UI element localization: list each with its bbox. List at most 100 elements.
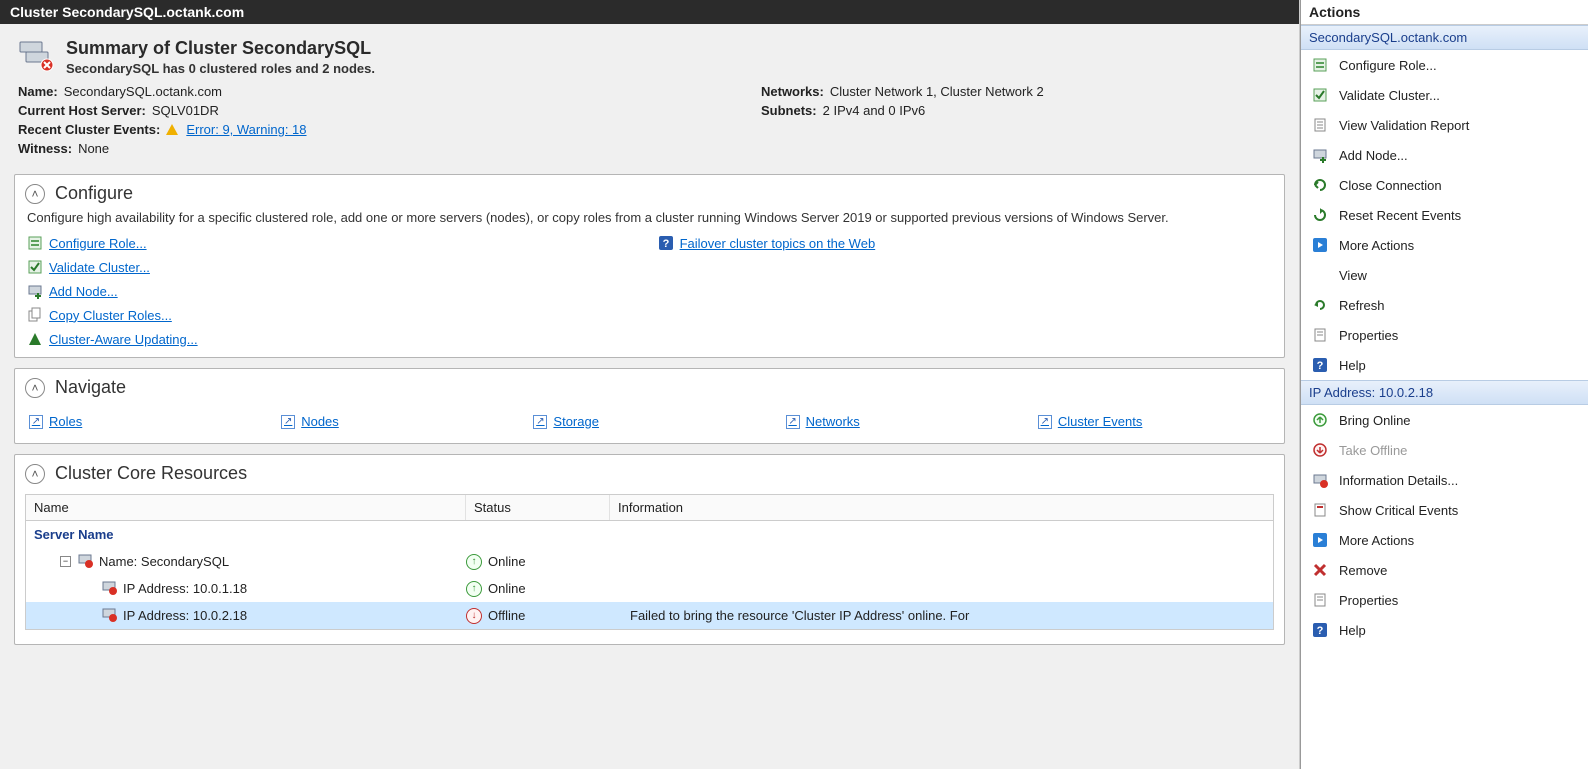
resources-panel: ˄ Cluster Core Resources Name Status Inf… xyxy=(14,454,1285,645)
action-item[interactable]: View xyxy=(1301,260,1588,290)
resources-title: Cluster Core Resources xyxy=(55,463,247,484)
nav-link[interactable]: ↗Nodes xyxy=(281,414,513,429)
configure-link[interactable]: Configure Role... xyxy=(27,235,198,251)
nav-link[interactable]: ↗Roles xyxy=(29,414,261,429)
close-icon xyxy=(1311,176,1329,194)
name-value: SecondarySQL.octank.com xyxy=(64,84,222,99)
action-label: Bring Online xyxy=(1339,413,1411,428)
action-label: Add Node... xyxy=(1339,148,1408,163)
action-label: Properties xyxy=(1339,593,1398,608)
configure-link[interactable]: Copy Cluster Roles... xyxy=(27,307,198,323)
action-label: More Actions xyxy=(1339,533,1414,548)
configure-link[interactable]: Validate Cluster... xyxy=(27,259,198,275)
reset-icon xyxy=(1311,206,1329,224)
resources-group-label: Server Name xyxy=(26,521,1273,548)
action-item[interactable]: Reset Recent Events xyxy=(1301,200,1588,230)
action-label: Remove xyxy=(1339,563,1387,578)
resource-row[interactable]: IP Address: 10.0.2.18↓OfflineFailed to b… xyxy=(26,602,1273,629)
status-text: Offline xyxy=(488,608,525,623)
action-item[interactable]: Information Details... xyxy=(1301,465,1588,495)
navigate-title: Navigate xyxy=(55,377,126,398)
action-item[interactable]: View Validation Report xyxy=(1301,110,1588,140)
nav-link[interactable]: ↗Cluster Events xyxy=(1038,414,1270,429)
events-label: Recent Cluster Events: xyxy=(18,122,160,137)
resource-name: IP Address: 10.0.1.18 xyxy=(123,581,247,596)
networks-value: Cluster Network 1, Cluster Network 2 xyxy=(830,84,1044,99)
action-item[interactable]: More Actions xyxy=(1301,230,1588,260)
action-item[interactable]: Close Connection xyxy=(1301,170,1588,200)
action-item[interactable]: More Actions xyxy=(1301,525,1588,555)
col-info[interactable]: Information xyxy=(610,495,1273,520)
action-item[interactable]: Properties xyxy=(1301,320,1588,350)
action-label: Configure Role... xyxy=(1339,58,1437,73)
nav-arrow-icon: ↗ xyxy=(1038,415,1052,429)
action-item[interactable]: ?Help xyxy=(1301,615,1588,645)
actions-panel: Actions SecondarySQL.octank.com Configur… xyxy=(1300,0,1588,769)
action-item[interactable]: Add Node... xyxy=(1301,140,1588,170)
action-item[interactable]: Properties xyxy=(1301,585,1588,615)
resource-row[interactable]: − Name: SecondarySQL ↑ Online xyxy=(26,548,1273,575)
nav-link[interactable]: ↗Networks xyxy=(786,414,1018,429)
col-name[interactable]: Name xyxy=(26,495,466,520)
action-label: Show Critical Events xyxy=(1339,503,1458,518)
subnets-value: 2 IPv4 and 0 IPv6 xyxy=(823,103,926,118)
report-icon xyxy=(1311,116,1329,134)
status-text: Online xyxy=(488,554,526,569)
action-label: Refresh xyxy=(1339,298,1385,313)
action-label: Help xyxy=(1339,358,1366,373)
status-icon: ↑ xyxy=(466,554,482,570)
warning-icon xyxy=(166,124,178,135)
remove-icon xyxy=(1311,561,1329,579)
info-icon xyxy=(1311,471,1329,489)
action-item[interactable]: Validate Cluster... xyxy=(1301,80,1588,110)
help-icon: ? xyxy=(1311,621,1329,639)
action-item: Take Offline xyxy=(1301,435,1588,465)
svg-text:?: ? xyxy=(1317,360,1324,372)
subnets-label: Subnets: xyxy=(761,103,817,118)
actions-group1-title: SecondarySQL.octank.com xyxy=(1301,25,1588,50)
configure-link[interactable]: ?Failover cluster topics on the Web xyxy=(658,235,876,251)
svg-text:?: ? xyxy=(662,238,669,250)
action-item[interactable]: Refresh xyxy=(1301,290,1588,320)
refresh-icon xyxy=(1311,296,1329,314)
events-link[interactable]: Error: 9, Warning: 18 xyxy=(186,122,306,137)
resources-collapse-button[interactable]: ˄ xyxy=(25,464,45,484)
configure-link[interactable]: Add Node... xyxy=(27,283,198,299)
svg-text:?: ? xyxy=(1317,625,1324,637)
link-label: Cluster-Aware Updating... xyxy=(49,332,198,347)
host-label: Current Host Server: xyxy=(18,103,146,118)
action-item[interactable]: Configure Role... xyxy=(1301,50,1588,80)
action-label: Information Details... xyxy=(1339,473,1458,488)
action-item[interactable]: Remove xyxy=(1301,555,1588,585)
info-grid: Name: SecondarySQL.octank.com Current Ho… xyxy=(14,78,1285,164)
action-item[interactable]: Bring Online xyxy=(1301,405,1588,435)
resource-icon xyxy=(77,552,93,571)
blank-icon xyxy=(1311,266,1329,284)
expand-toggle[interactable]: − xyxy=(60,556,71,567)
nav-link[interactable]: ↗Storage xyxy=(533,414,765,429)
resource-name: Name: SecondarySQL xyxy=(99,554,229,569)
configure-links-left: Configure Role... Validate Cluster... Add … xyxy=(27,235,198,347)
status-icon: ↑ xyxy=(466,581,482,597)
link-icon xyxy=(27,259,43,275)
configure-panel: ˄ Configure Configure high availability … xyxy=(14,174,1285,358)
col-status[interactable]: Status xyxy=(466,495,610,520)
summary-text: Summary of Cluster SecondarySQL Secondar… xyxy=(66,38,375,76)
action-item[interactable]: ? Help xyxy=(1301,350,1588,380)
action-label: Close Connection xyxy=(1339,178,1442,193)
configure-title: Configure xyxy=(55,183,133,204)
networks-label: Networks: xyxy=(761,84,824,99)
summary-heading: Summary of Cluster SecondarySQL xyxy=(66,38,375,59)
configure-collapse-button[interactable]: ˄ xyxy=(25,184,45,204)
host-value: SQLV01DR xyxy=(152,103,219,118)
configure-link[interactable]: Cluster-Aware Updating... xyxy=(27,331,198,347)
link-label: Add Node... xyxy=(49,284,118,299)
action-label: Properties xyxy=(1339,328,1398,343)
more-icon xyxy=(1311,236,1329,254)
navigate-collapse-button[interactable]: ˄ xyxy=(25,378,45,398)
action-item[interactable]: Show Critical Events xyxy=(1301,495,1588,525)
resources-table: Name Status Information Server Name − Nam… xyxy=(25,494,1274,630)
link-icon: ? xyxy=(658,235,674,251)
help-icon: ? xyxy=(1311,356,1329,374)
resource-row[interactable]: IP Address: 10.0.1.18↑Online xyxy=(26,575,1273,602)
